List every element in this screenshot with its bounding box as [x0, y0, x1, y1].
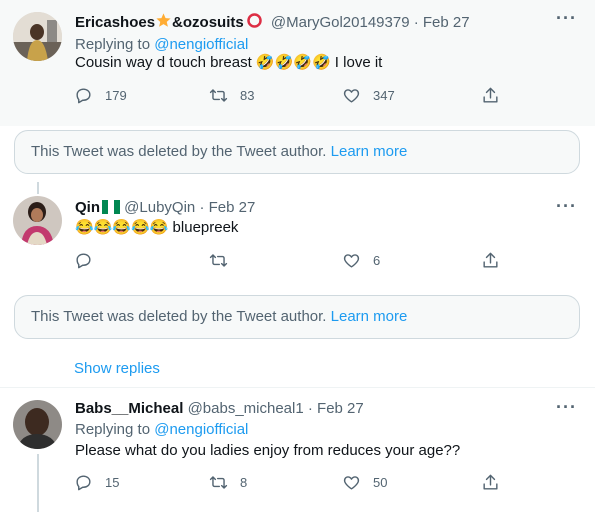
- retweet-count: 8: [240, 474, 248, 490]
- share-icon: [483, 87, 498, 103]
- replying-to-handle[interactable]: @nengiofficial: [154, 421, 248, 438]
- like-button[interactable]: 6: [342, 250, 380, 270]
- reply-button[interactable]: 179: [74, 85, 127, 105]
- tweet-qin[interactable]: Qin @LubyQin · Feb 27 ··· 😂😂😂😂😂 bluepree…: [0, 190, 595, 290]
- reply-icon: [76, 474, 91, 490]
- like-count: 347: [373, 87, 395, 103]
- display-name-suffix: &ozosuits: [172, 14, 244, 31]
- reply-count: 15: [105, 474, 120, 490]
- avatar[interactable]: [13, 12, 62, 61]
- nigeria-flag-icon: [102, 200, 120, 220]
- tweet-actions: 6: [74, 250, 504, 270]
- retweet-count: 83: [240, 87, 255, 103]
- tweet-babs-micheal[interactable]: Babs__Micheal @babs_micheal1 · Feb 27 ··…: [0, 388, 595, 512]
- deleted-message: This Tweet was deleted by the Tweet auth…: [31, 308, 327, 325]
- reply-icon: [76, 252, 91, 268]
- like-count: 50: [373, 474, 388, 490]
- retweet-icon: [209, 88, 228, 102]
- tweet-date[interactable]: Feb 27: [317, 400, 364, 417]
- replying-to: Replying to @nengiofficial: [75, 35, 248, 55]
- more-options-icon[interactable]: ···: [556, 196, 577, 216]
- tweet-header: Ericashoes &ozosuits @MaryGol20149379 · F…: [75, 12, 470, 35]
- show-replies-link[interactable]: Show replies: [74, 359, 160, 379]
- retweet-icon: [209, 253, 228, 267]
- reply-button[interactable]: [74, 250, 105, 270]
- like-button[interactable]: 50: [342, 472, 387, 492]
- learn-more-link[interactable]: Learn more: [331, 143, 408, 160]
- avatar[interactable]: [13, 196, 62, 245]
- share-button[interactable]: [481, 85, 500, 105]
- deleted-tweet-notice: This Tweet was deleted by the Tweet auth…: [14, 130, 580, 174]
- separator-dot: ·: [413, 14, 419, 31]
- tweet-actions: 179 83 347: [74, 85, 504, 105]
- heart-icon: [343, 253, 360, 268]
- separator-dot: ·: [307, 400, 313, 417]
- tweet-ericashoes[interactable]: Ericashoes &ozosuits @MaryGol20149379 · F…: [0, 0, 595, 126]
- avatar[interactable]: [13, 400, 62, 449]
- thread-line: [37, 454, 39, 512]
- share-icon: [483, 474, 498, 490]
- separator-dot: ·: [199, 199, 205, 216]
- retweet-button[interactable]: 83: [209, 85, 254, 105]
- tweet-actions: 15 8 50: [74, 472, 504, 492]
- deleted-message: This Tweet was deleted by the Tweet auth…: [31, 143, 327, 160]
- more-options-icon[interactable]: ···: [556, 397, 577, 417]
- deleted-tweet-notice: This Tweet was deleted by the Tweet auth…: [14, 295, 580, 339]
- red-circle-emoji-icon: [246, 12, 263, 35]
- replying-to-label: Replying to: [75, 421, 151, 438]
- replying-to-handle[interactable]: @nengiofficial: [154, 36, 248, 53]
- tweet-header: Babs__Micheal @babs_micheal1 · Feb 27: [75, 399, 364, 419]
- share-icon: [483, 252, 498, 268]
- tweet-header: Qin @LubyQin · Feb 27: [75, 198, 255, 220]
- tweet-text: 😂😂😂😂😂 bluepreek: [75, 219, 239, 236]
- like-count: 6: [373, 252, 381, 268]
- tweet-text: Cousin way d touch breast 🤣🤣🤣🤣 I love it: [75, 54, 383, 71]
- more-options-icon[interactable]: ···: [556, 8, 577, 28]
- reply-button[interactable]: 15: [74, 472, 119, 492]
- like-button[interactable]: 347: [342, 85, 395, 105]
- replying-to-label: Replying to: [75, 36, 151, 53]
- display-name[interactable]: Ericashoes: [75, 14, 155, 31]
- retweet-icon: [209, 475, 228, 489]
- display-name[interactable]: Qin: [75, 199, 100, 216]
- star-emoji-icon: [155, 12, 172, 35]
- user-handle[interactable]: @babs_micheal1: [188, 400, 304, 417]
- user-handle[interactable]: @LubyQin: [124, 199, 195, 216]
- share-button[interactable]: [481, 250, 500, 270]
- user-handle[interactable]: @MaryGol20149379: [271, 14, 410, 31]
- heart-icon: [343, 88, 360, 103]
- retweet-button[interactable]: 8: [209, 472, 247, 492]
- retweet-button[interactable]: [209, 250, 240, 270]
- replying-to: Replying to @nengiofficial: [75, 420, 248, 440]
- tweet-text: Please what do you ladies enjoy from red…: [75, 442, 461, 459]
- tweet-date[interactable]: Feb 27: [423, 14, 470, 31]
- reply-count: 179: [105, 87, 127, 103]
- display-name[interactable]: Babs__Micheal: [75, 400, 183, 417]
- share-button[interactable]: [481, 472, 500, 492]
- reply-icon: [76, 87, 91, 103]
- tweet-date[interactable]: Feb 27: [209, 199, 256, 216]
- learn-more-link[interactable]: Learn more: [331, 308, 408, 325]
- heart-icon: [343, 475, 360, 490]
